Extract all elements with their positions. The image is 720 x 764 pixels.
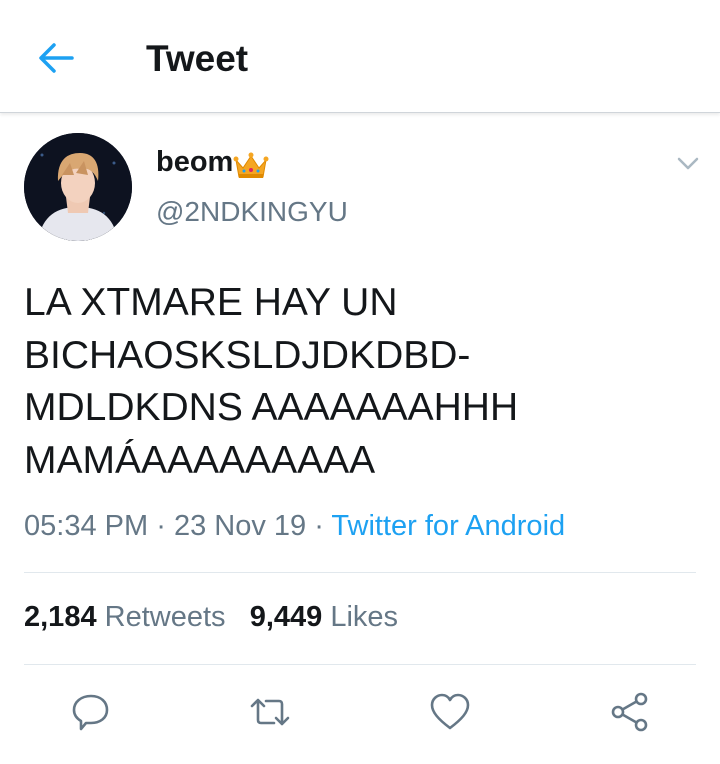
- retweet-button[interactable]: [248, 690, 292, 734]
- retweet-icon: [250, 698, 290, 726]
- divider: [24, 572, 696, 573]
- user-display-name[interactable]: beom: [156, 146, 233, 179]
- tweet-text-line: MAMÁAAAAAAAAA: [24, 438, 376, 482]
- tweet-text-line: MDLDKDNS AAAAAAAHHH: [24, 386, 519, 429]
- reply-icon: [72, 694, 109, 731]
- user-handle[interactable]: @2NDKINGYU: [156, 196, 348, 228]
- tweet-stats: 2,184 Retweets 9,449 Likes: [24, 601, 398, 634]
- tweet-text: LA XTMARE HAY UN BICHAOSKSLDJDKDBD- MDLD…: [24, 277, 704, 487]
- retweets-stat[interactable]: 2,184 Retweets: [24, 601, 226, 633]
- tweet-meta: 05:34 PM · 23 Nov 19 · Twitter for Andro…: [24, 510, 565, 543]
- share-button[interactable]: [608, 690, 652, 734]
- divider: [24, 664, 696, 665]
- like-icon: [430, 693, 470, 730]
- tweet-date: 23 Nov 19: [173, 510, 307, 542]
- retweets-count: 2,184: [24, 601, 97, 633]
- likes-count: 9,449: [249, 601, 323, 633]
- avatar[interactable]: [24, 133, 132, 241]
- tweet-time: 05:34 PM: [24, 510, 149, 542]
- tweet-text-line: LA XTMARE HAY UN: [24, 281, 398, 324]
- back-button[interactable]: [34, 38, 78, 78]
- meta-separator: ·: [314, 510, 324, 542]
- reply-button[interactable]: [69, 690, 113, 734]
- tweet-text-line: BICHAOSKSLDJDKDBD-: [24, 333, 471, 377]
- crown-icon: [233, 152, 269, 178]
- tweet-source-link[interactable]: Twitter for Android: [331, 510, 565, 542]
- retweets-label: Retweets: [104, 601, 226, 633]
- likes-label: Likes: [330, 601, 399, 633]
- chevron-down-icon[interactable]: [674, 152, 702, 174]
- top-bar: Tweet: [0, 0, 720, 113]
- likes-stat[interactable]: 9,449 Likes: [250, 601, 398, 633]
- like-button[interactable]: [428, 690, 472, 734]
- share-icon: [611, 692, 648, 732]
- page-title: Tweet: [146, 38, 249, 79]
- arrow-left-icon: [39, 43, 74, 73]
- meta-separator: ·: [156, 510, 166, 542]
- profile-photo: [24, 133, 132, 241]
